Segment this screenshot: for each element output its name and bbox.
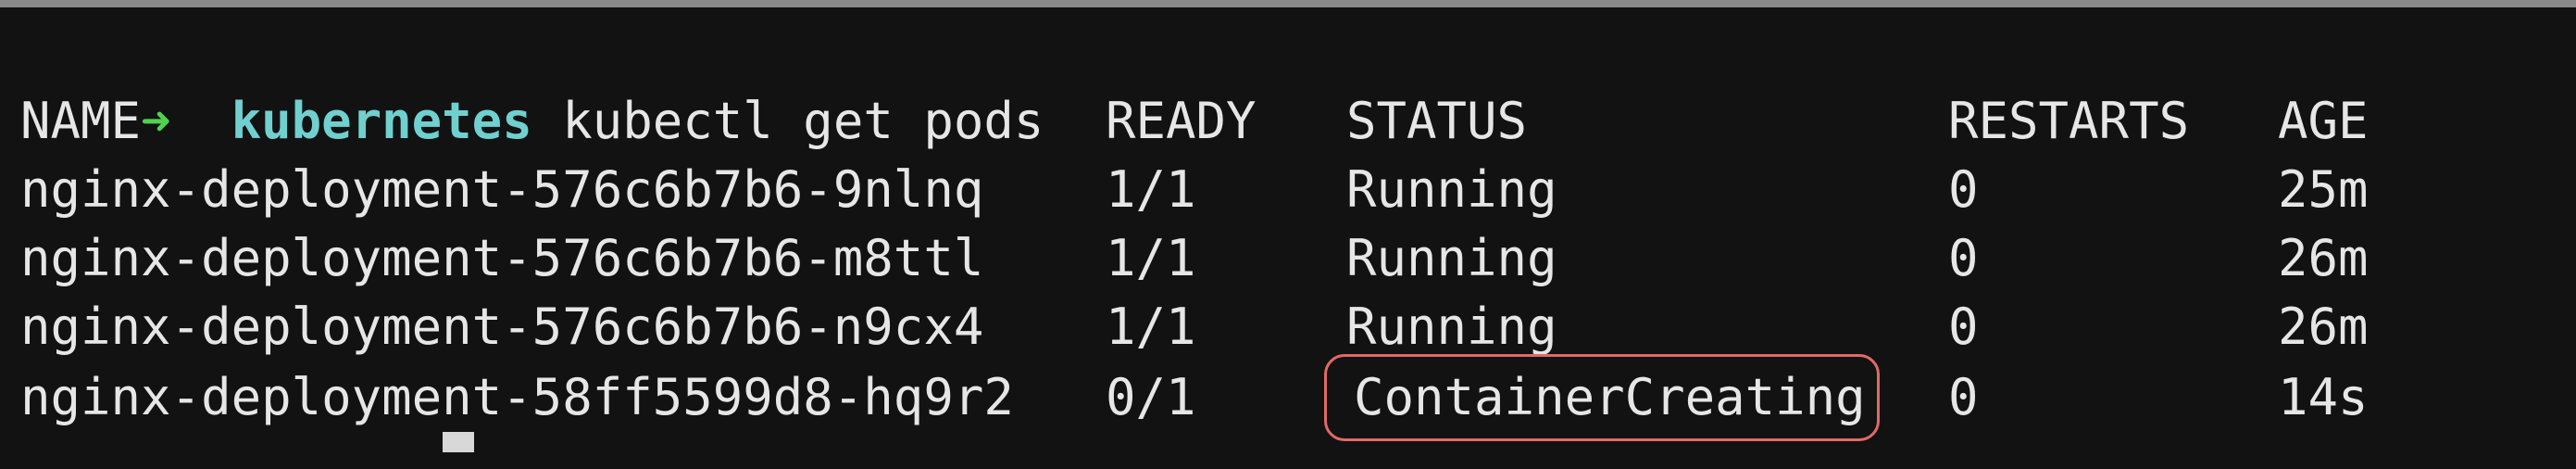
pod-ready: 1/1 <box>1106 298 1196 356</box>
command-text: kubectl get pods <box>562 92 1044 150</box>
command-line: ➜ kubernetes kubectl get pods <box>20 19 1044 150</box>
prompt-directory: kubernetes <box>231 92 532 150</box>
pod-status: Running <box>1346 160 1557 219</box>
pod-ready: 0/1 <box>1106 368 1196 426</box>
terminal-window[interactable]: ➜ kubernetes kubectl get pods NAME READY… <box>0 0 2576 469</box>
pod-name: nginx-deployment-576c6b7b6-m8ttl <box>20 229 984 287</box>
text-cursor <box>443 432 474 452</box>
status-highlight-box <box>1324 354 1880 441</box>
window-top-border <box>0 0 2576 7</box>
pod-restarts: 0 <box>1948 229 1979 287</box>
table-row: nginx-deployment-576c6b7b6-m8ttl 1/1 Run… <box>20 224 2369 293</box>
pod-name: nginx-deployment-576c6b7b6-9nlnq <box>20 160 984 219</box>
pod-age: 14s <box>2278 368 2369 426</box>
pod-status: Running <box>1346 229 1557 287</box>
pod-restarts: 0 <box>1948 368 1979 426</box>
pod-restarts: 0 <box>1948 160 1979 219</box>
header-restarts: RESTARTS <box>1948 92 2190 150</box>
header-age: AGE <box>2278 92 2369 150</box>
pod-age: 26m <box>2278 229 2369 287</box>
table-row: nginx-deployment-576c6b7b6-9nlnq 1/1 Run… <box>20 156 2369 224</box>
header-status: STATUS <box>1346 92 1528 150</box>
pod-age: 25m <box>2278 160 2369 219</box>
table-row: nginx-deployment-58ff5599d8-hq9r2 0/1 Co… <box>20 363 2369 432</box>
table-row: nginx-deployment-576c6b7b6-n9cx4 1/1 Run… <box>20 293 2369 361</box>
table-header-row: NAME READY STATUS RESTARTS AGE <box>20 87 2369 156</box>
pod-ready: 1/1 <box>1106 229 1196 287</box>
pod-name: nginx-deployment-58ff5599d8-hq9r2 <box>20 368 1014 426</box>
pod-status: Running <box>1346 298 1557 356</box>
prompt-arrow-icon: ➜ <box>141 92 171 150</box>
pod-restarts: 0 <box>1948 298 1979 356</box>
header-name: NAME <box>20 92 142 150</box>
header-ready: READY <box>1106 92 1257 150</box>
pod-ready: 1/1 <box>1106 160 1196 219</box>
pod-age: 26m <box>2278 298 2369 356</box>
pod-name: nginx-deployment-576c6b7b6-n9cx4 <box>20 298 984 356</box>
